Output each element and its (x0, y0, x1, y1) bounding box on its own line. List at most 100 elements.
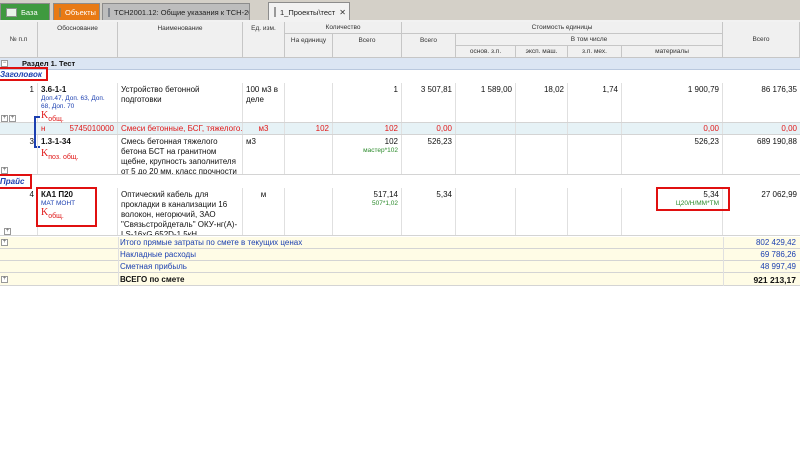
row-materials: 1 900,79 (622, 83, 723, 122)
grand-total-value: 921 213,17 (753, 275, 796, 285)
col-header-per-unit[interactable]: На единицу (285, 34, 333, 58)
row-name: Оптический кабель для прокладки в канали… (118, 188, 243, 235)
col-header-grand-total[interactable]: Всего (723, 22, 800, 58)
tab-objects[interactable]: Объекты (53, 3, 100, 20)
grid-line (723, 237, 724, 286)
row-unit: м3 (243, 135, 285, 174)
resource-mech-wage (568, 123, 622, 134)
basis-code: 3.6-1-1 (41, 85, 67, 94)
resource-tag: н (41, 124, 46, 133)
row-cost-total: 3 507,81 (402, 83, 456, 122)
header-highlight-box (0, 67, 48, 81)
table-row[interactable]: + + 1 3.6-1-1 Доп.47, Доп. 63, Доп. 68, … (0, 83, 800, 123)
tab-label: Объекты (65, 7, 96, 17)
totals-row[interactable]: Накладные расходы 69 786,26 (0, 249, 800, 261)
coef-sub: общ. (48, 116, 64, 123)
totals-row[interactable]: Сметная прибыль 48 997,49 (0, 261, 800, 273)
resource-unit: м3 (243, 123, 285, 134)
grand-total-row[interactable]: + ВСЕГО по смете 921 213,17 (0, 273, 800, 286)
expand-icon[interactable]: + (1, 276, 8, 283)
resource-row[interactable]: н 5745010000 Смеси бетонные, БСГ, тяжело… (0, 123, 800, 135)
row-mech-wage (568, 135, 622, 174)
row-qty-total[interactable]: 102 мастер*102 (333, 135, 402, 174)
document-tab-bar: База Объекты ТСН2001.12: Общие указания … (0, 0, 800, 21)
col-header-qty-total[interactable]: Всего (333, 34, 402, 58)
tab-label: 1_Проекты\тест (280, 7, 336, 17)
totals-value: 802 429,42 (755, 238, 796, 247)
collapse-icon[interactable]: − (1, 60, 8, 67)
col-header-machines[interactable]: эксп. маш. (516, 46, 568, 58)
section-row[interactable]: − Раздел 1. Тест (0, 58, 800, 70)
resource-cost-total: 0,00 (402, 123, 456, 134)
resource-base-wage (456, 123, 516, 134)
row-name: Устройство бетонной подготовки (118, 83, 243, 122)
tab-project-test[interactable]: 1_Проекты\тест ✕ (268, 2, 350, 21)
totals-value: 48 997,49 (760, 262, 796, 271)
row-cost-total: 526,23 (402, 135, 456, 174)
tab-baza[interactable]: База (0, 3, 50, 20)
row-materials: 526,23 (622, 135, 723, 174)
row-qty-total[interactable]: 517,14 507*1,02 (333, 188, 402, 235)
resource-qty-per-unit[interactable]: 102 (285, 123, 333, 134)
row-machines (516, 135, 568, 174)
resource-materials: 0,00 (622, 123, 723, 134)
row-qty-per-unit[interactable] (285, 135, 333, 174)
tab-label: ТСН2001.12: Общие указания к ТСН-2001 (114, 7, 250, 17)
col-header-mech-wage[interactable]: з.п. мех. (568, 46, 622, 58)
col-header-basis[interactable]: Обоснование (38, 22, 118, 58)
row-number: 4 (0, 188, 38, 235)
grand-total-label: ВСЕГО по смете (120, 275, 185, 284)
totals-row[interactable]: + Итого прямые затраты по смете в текущи… (0, 237, 800, 249)
resource-code: 5745010000 (69, 124, 115, 133)
col-header-quantity[interactable]: Количество (285, 22, 402, 34)
totals-label: Сметная прибыль (120, 262, 187, 271)
row-base-wage: 1 589,00 (456, 83, 516, 122)
resource-qty-total: 102 (333, 123, 402, 134)
basis-code: 1.3-1-34 (41, 137, 71, 146)
row-base-wage (456, 188, 516, 235)
row-unit: м (243, 188, 285, 235)
row-grand-total: 27 062,99 (761, 190, 797, 199)
close-icon[interactable]: ✕ (335, 8, 346, 17)
col-header-cost-total[interactable]: Всего (402, 34, 456, 58)
resource-name: Смеси бетонные, БСГ, тяжелого... (118, 123, 243, 134)
tab-tsn-guide[interactable]: ТСН2001.12: Общие указания к ТСН-2001 (102, 3, 250, 20)
coef-label: Kобщ. (41, 207, 64, 220)
totals-value: 69 786,26 (760, 250, 796, 259)
qty-formula: мастер*102 (363, 147, 398, 154)
qty-value: 102 (384, 137, 398, 146)
document-icon (274, 7, 276, 17)
row-qty-per-unit[interactable] (285, 83, 333, 122)
row-cost-total: 5,34 (402, 188, 456, 235)
row-name: Смесь бетонная тяжелого бетона БСТ на гр… (118, 135, 243, 174)
row-base-wage (456, 135, 516, 174)
row-qty-per-unit[interactable] (285, 188, 333, 235)
row-number: 3 (0, 135, 38, 174)
row-mech-wage: 1,74 (568, 83, 622, 122)
price-highlight-box (0, 174, 32, 189)
totals-label: Итого прямые затраты по смете в текущих … (120, 238, 303, 247)
row-machines: 18,02 (516, 83, 568, 122)
coef-sub: общ. (48, 213, 64, 220)
qty-value: 517,14 (373, 190, 398, 199)
coef-label: Kпоз. общ. (41, 148, 79, 161)
table-row[interactable]: + 3 1.3-1-34 Смесь бетонная тяжелого бет… (0, 135, 800, 175)
col-header-base-wage[interactable]: основ. з.п. (456, 46, 516, 58)
resource-basis: н 5745010000 (38, 123, 118, 134)
col-header-num[interactable]: № п.п (0, 22, 38, 58)
resource-machines (516, 123, 568, 134)
col-header-materials[interactable]: материалы (622, 46, 723, 58)
book-icon (108, 7, 110, 17)
qty-formula: 507*1,02 (371, 200, 398, 207)
basis-refs[interactable]: Доп.47, Доп. 63, Доп. 68, Доп. 70 (41, 95, 114, 111)
col-header-including[interactable]: В том числе (456, 34, 723, 46)
expand-icon[interactable]: + (1, 239, 8, 246)
estimate-table-header: № п.п Обоснование Наименование Ед. изм. … (0, 22, 800, 58)
coef-sub: поз. общ. (48, 154, 79, 161)
folder-icon (59, 7, 61, 17)
row-qty-total[interactable]: 1 (333, 83, 402, 122)
col-header-unit[interactable]: Ед. изм. (243, 22, 285, 58)
col-header-name[interactable]: Наименование (118, 22, 243, 58)
row-grand-total: 689 190,88 (756, 137, 797, 146)
col-header-unit-cost[interactable]: Стоимость единицы (402, 22, 723, 34)
